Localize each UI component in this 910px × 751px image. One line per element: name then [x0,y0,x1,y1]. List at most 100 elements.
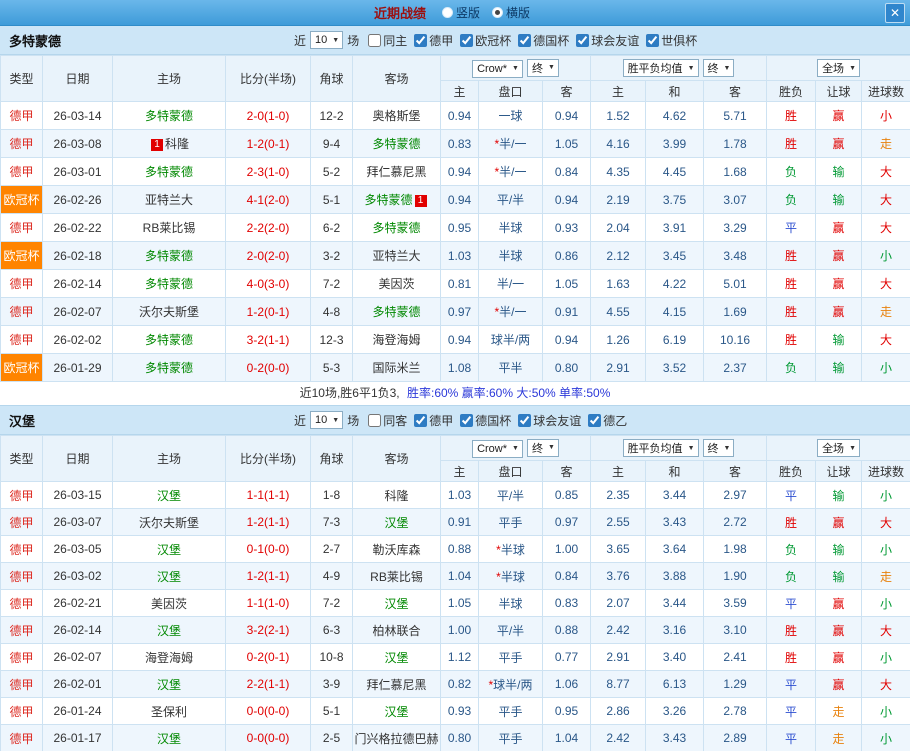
league-filter[interactable]: 德国杯 [460,412,511,429]
league-filter-label: 球会友谊 [533,412,581,429]
scope-select[interactable]: 全场▼ [817,439,860,457]
asian-away-odds: 0.84 [543,158,591,186]
euro-away-odds: 3.29 [704,214,767,242]
handicap-result-cell: 赢 [816,242,862,270]
league-filter-checkbox[interactable] [518,34,531,47]
result-cell: 胜 [767,298,816,326]
handicap-result-cell: 输 [816,326,862,354]
chevron-down-icon: ▼ [724,65,731,72]
home-team-cell: 海登海姆 [113,644,226,671]
away-team-cell: 勒沃库森 [353,536,441,563]
score-cell: 1-2(1-1) [226,509,311,536]
league-filter-checkbox[interactable] [460,34,473,47]
subcolumn-header: 主 [441,461,479,482]
league-cell: 德甲 [1,326,43,354]
asian-stage-select-value: 终 [532,440,543,456]
date-cell: 26-02-14 [43,270,113,298]
league-filter-checkbox[interactable] [646,34,659,47]
match-count-select[interactable]: 10▼ [310,31,343,49]
home-team-cell: 汉堡 [113,671,226,698]
league-filter[interactable]: 德甲 [414,412,453,429]
score-cell: 2-0(1-0) [226,102,311,130]
league-filter[interactable]: 世俱杯 [646,32,697,49]
subcolumn-header: 客 [543,461,591,482]
subcolumn-header: 让球 [816,81,862,102]
date-cell: 26-03-01 [43,158,113,186]
europe-stage-select[interactable]: 终▼ [703,439,735,457]
europe-odds-select[interactable]: 胜平负均值▼ [623,439,699,457]
europe-stage-select-value: 终 [708,440,719,456]
euro-away-odds: 5.71 [704,102,767,130]
euro-draw-odds: 6.19 [646,326,704,354]
league-filter[interactable]: 同客 [368,412,407,429]
home-team-cell: 多特蒙德 [113,354,226,382]
corner-cell: 5-2 [311,158,353,186]
team-name-text: 科隆 [384,489,408,503]
league-filter-checkbox[interactable] [588,414,601,427]
league-filter[interactable]: 欧冠杯 [460,32,511,49]
asian-home-odds: 1.04 [441,563,479,590]
league-filter-checkbox[interactable] [414,414,427,427]
corner-cell: 7-2 [311,270,353,298]
date-cell: 26-03-05 [43,536,113,563]
match-count-select[interactable]: 10▼ [310,411,343,429]
league-filter[interactable]: 球会友谊 [576,32,639,49]
league-filter[interactable]: 同主 [368,32,407,49]
match-row: 德甲26-01-24圣保利0-0(0-0)5-1汉堡0.93平手0.952.86… [1,698,910,725]
asian-away-odds: 1.05 [543,270,591,298]
goals-result-cell: 小 [862,536,910,563]
league-cell: 德甲 [1,130,43,158]
section-header: 汉堡 近10▼场同客德甲德国杯球会友谊德乙 [0,406,910,435]
handicap-result-cell: 赢 [816,270,862,298]
column-header-0: 类型 [1,56,43,102]
result-cell: 平 [767,214,816,242]
league-filter[interactable]: 德甲 [414,32,453,49]
league-filter-checkbox[interactable] [518,414,531,427]
league-filter-checkbox[interactable] [576,34,589,47]
goals-result-cell: 小 [862,644,910,671]
away-team-cell: RB莱比锡 [353,563,441,590]
away-team-cell: 汉堡 [353,509,441,536]
europe-odds-select[interactable]: 胜平负均值▼ [623,59,699,77]
euro-away-odds: 1.29 [704,671,767,698]
subcolumn-header: 主 [441,81,479,102]
layout-radio-horizontal[interactable]: 横版 [492,4,530,21]
score-cell: 1-2(1-1) [226,563,311,590]
euro-away-odds: 3.48 [704,242,767,270]
close-icon[interactable]: ✕ [885,3,905,23]
euro-home-odds: 2.42 [591,617,646,644]
column-header-0: 类型 [1,436,43,482]
europe-stage-select[interactable]: 终▼ [703,59,735,77]
away-team-cell: 拜仁慕尼黑 [353,671,441,698]
euro-away-odds: 3.07 [704,186,767,214]
league-filter[interactable]: 德国杯 [518,32,569,49]
asian-home-odds: 0.82 [441,671,479,698]
league-filter-checkbox[interactable] [368,414,381,427]
handicap-result-cell: 赢 [816,590,862,617]
team-name-text: 多特蒙德 [145,165,193,179]
league-filter[interactable]: 球会友谊 [518,412,581,429]
league-filter[interactable]: 德乙 [588,412,627,429]
bookmaker-select[interactable]: Crow*▼ [472,440,523,458]
bookmaker-select[interactable]: Crow*▼ [472,60,523,78]
score-cell: 1-1(1-0) [226,590,311,617]
league-filter-checkbox[interactable] [414,34,427,47]
europe-odds-group: 胜平负均值▼终▼ [591,56,767,81]
team-name-text: 汉堡 [157,732,181,746]
league-filter-checkbox[interactable] [460,414,473,427]
goals-result-cell: 大 [862,509,910,536]
section-header: 多特蒙德 近10▼场同主德甲欧冠杯德国杯球会友谊世俱杯 [0,26,910,55]
asian-stage-select[interactable]: 终▼ [527,59,559,77]
league-filter-checkbox[interactable] [368,34,381,47]
asian-stage-select[interactable]: 终▼ [527,439,559,457]
team-name-text: 多特蒙德 [372,221,420,235]
away-team-cell: 柏林联合 [353,617,441,644]
score-cell: 0-2(0-1) [226,644,311,671]
goals-result-cell: 小 [862,354,910,382]
layout-radio-vertical[interactable]: 竖版 [442,4,480,21]
scope-select[interactable]: 全场▼ [817,59,860,77]
league-cell: 德甲 [1,536,43,563]
asian-home-odds: 0.94 [441,102,479,130]
euro-home-odds: 1.63 [591,270,646,298]
asian-home-odds: 0.83 [441,130,479,158]
